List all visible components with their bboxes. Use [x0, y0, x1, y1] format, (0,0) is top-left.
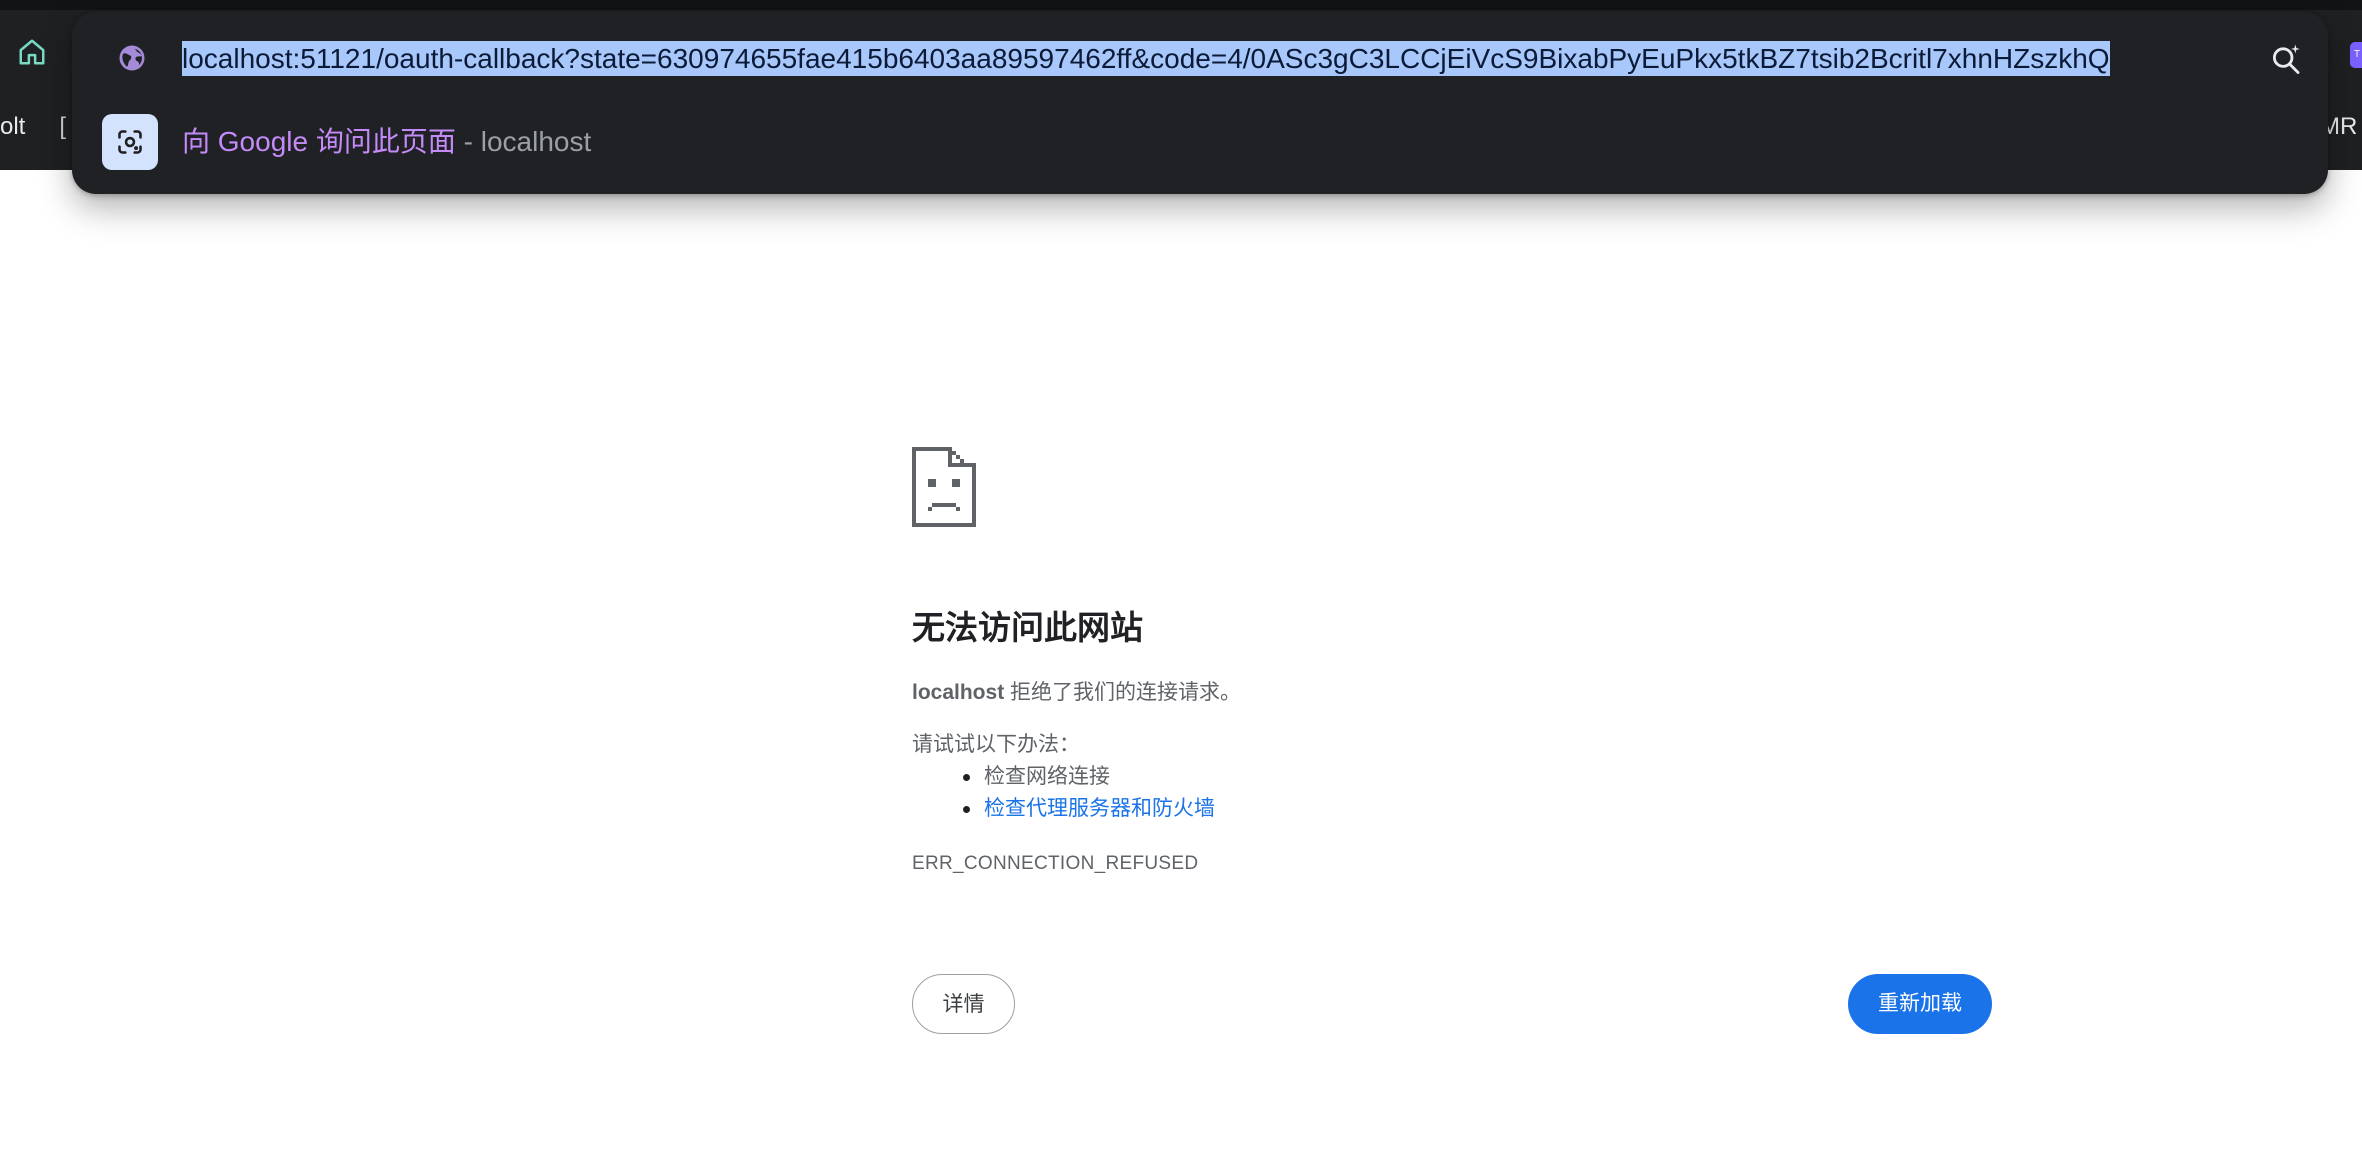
bookmark-folder-icon: [ — [59, 113, 67, 140]
details-button[interactable]: 详情 — [912, 974, 1015, 1034]
suggestion-separator: - — [455, 126, 481, 157]
error-host: localhost — [912, 681, 1005, 704]
error-code: ERR_CONNECTION_REFUSED — [912, 853, 1199, 874]
bookmark-label-partial: olt — [0, 113, 26, 140]
error-summary: localhost 拒绝了我们的连接请求。 — [912, 678, 1241, 708]
error-title: 无法访问此网站 — [912, 609, 1143, 646]
check-proxy-firewall-link[interactable]: 检查代理服务器和防火墙 — [984, 797, 1215, 820]
suggestions-list: 检查网络连接 检查代理服务器和防火墙 — [963, 761, 1215, 825]
extension-icon[interactable]: T — [2350, 42, 2362, 68]
suggestion-check-network: 检查网络连接 — [963, 761, 1215, 793]
globe-icon[interactable] — [114, 40, 150, 76]
address-bar-input[interactable]: localhost:51121/oauth-callback?state=630… — [182, 34, 2322, 84]
suggestion-check-proxy: 检查代理服务器和防火墙 — [963, 793, 1215, 825]
sad-page-icon — [912, 446, 976, 528]
bookmark-item-partial[interactable]: olt [ — [0, 112, 66, 142]
search-sparkle-icon[interactable] — [2264, 37, 2308, 81]
suggestion-check-network-text: 检查网络连接 — [984, 765, 1110, 788]
suggestion-text: 向 Google 询问此页面 - localhost — [182, 122, 591, 162]
suggestions-heading: 请试试以下办法： — [912, 733, 1080, 756]
google-lens-icon — [102, 114, 158, 170]
url-text-selected: localhost:51121/oauth-callback?state=630… — [182, 41, 2110, 76]
omnibox-suggestion-ask-google[interactable]: 向 Google 询问此页面 - localhost — [102, 110, 2292, 174]
omnibox-dropdown: localhost:51121/oauth-callback?state=630… — [72, 12, 2328, 194]
tab-strip-edge — [0, 0, 2362, 10]
suggestion-domain: localhost — [480, 126, 592, 157]
extension-icon-label: T — [2354, 49, 2361, 60]
home-icon[interactable] — [14, 34, 50, 70]
reload-button[interactable]: 重新加载 — [1848, 974, 1992, 1034]
suggestion-main-text: 向 Google 询问此页面 — [182, 126, 456, 157]
error-summary-text: 拒绝了我们的连接请求。 — [1004, 681, 1242, 704]
